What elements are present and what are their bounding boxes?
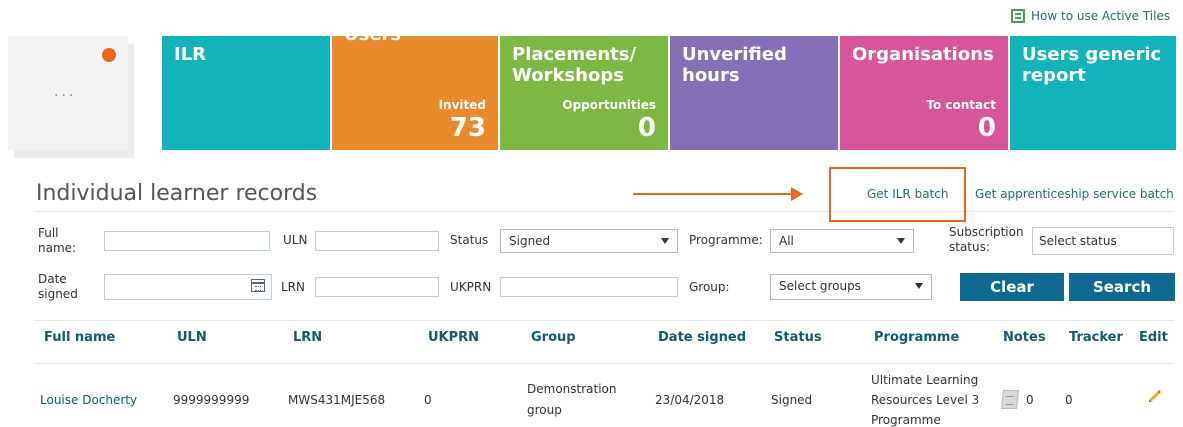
tile-title: Unverified hours — [682, 44, 787, 86]
tile-count: 0 — [977, 113, 996, 143]
cell-status: Signed — [771, 393, 813, 407]
table-top-divider — [34, 320, 1174, 321]
cell-group-line2: group — [527, 403, 562, 417]
column-header-programme[interactable]: Programme — [874, 330, 959, 345]
dropdown-caret-icon — [915, 283, 923, 289]
search-button[interactable]: Search — [1069, 273, 1175, 301]
column-header-uln[interactable]: ULN — [177, 330, 207, 345]
notification-dot — [102, 48, 116, 62]
uln-label: ULN — [283, 233, 308, 247]
programme-select-value: All — [779, 234, 794, 248]
tile-placements-workshops[interactable]: Placements/ Workshops Opportunities 0 — [500, 36, 668, 150]
table-header-divider — [34, 363, 1174, 364]
cell-notes-count: 0 — [1026, 393, 1034, 407]
cell-lrn: MWS431MJE568 — [288, 393, 386, 407]
column-header-ukprn[interactable]: UKPRN — [428, 330, 479, 345]
tile-title: Users generic report — [1022, 44, 1162, 86]
lrn-input[interactable] — [315, 277, 439, 297]
ukprn-input[interactable] — [500, 277, 678, 297]
dropdown-caret-icon — [897, 238, 905, 244]
status-label: Status — [450, 233, 489, 247]
title-divider — [34, 211, 1174, 212]
subscription-status-label: Subscription status: — [949, 225, 1024, 254]
group-label: Group: — [689, 280, 730, 294]
tile-ilr[interactable]: ILR — [162, 36, 330, 150]
how-to-use-tiles-label: How to use Active Tiles — [1031, 9, 1171, 23]
group-select-value: Select groups — [779, 279, 861, 293]
full-name-input[interactable] — [104, 231, 270, 251]
get-apprenticeship-batch-link[interactable]: Get apprenticeship service batch — [975, 187, 1174, 201]
date-signed-input[interactable] — [104, 274, 272, 300]
tile-sublabel: To contact — [926, 98, 996, 112]
column-header-edit: Edit — [1139, 330, 1168, 345]
programme-select[interactable]: All — [770, 229, 914, 253]
status-select[interactable]: Signed — [500, 229, 678, 253]
lrn-label: LRN — [281, 280, 305, 294]
column-header-status[interactable]: Status — [774, 330, 822, 345]
uln-input[interactable] — [315, 231, 439, 251]
date-signed-label: Date signed — [38, 272, 78, 301]
notes-icon[interactable] — [1001, 390, 1019, 409]
get-ilr-batch-link[interactable]: Get ILR batch — [867, 187, 948, 201]
more-dots-label: ... — [54, 84, 77, 100]
annotation-arrow-head-icon — [791, 187, 803, 201]
cell-programme-line1: Ultimate Learning — [871, 373, 979, 387]
column-header-tracker[interactable]: Tracker — [1069, 330, 1123, 345]
group-select[interactable]: Select groups — [770, 274, 932, 300]
column-header-full-name[interactable]: Full name — [44, 330, 115, 345]
tile-users[interactable]: Users Invited 73 — [332, 36, 498, 150]
column-header-lrn[interactable]: LRN — [293, 330, 322, 345]
how-to-use-tiles-link[interactable]: How to use Active Tiles — [1011, 9, 1170, 23]
tile-count: 73 — [449, 113, 486, 143]
column-header-notes[interactable]: Notes — [1003, 330, 1046, 345]
cell-date-signed: 23/04/2018 — [655, 393, 725, 407]
calendar-icon[interactable] — [251, 279, 265, 292]
tile-sublabel: Invited — [438, 98, 486, 112]
page-title: Individual learner records — [36, 181, 318, 206]
column-header-date-signed[interactable]: Date signed — [658, 330, 746, 345]
tile-title: ILR — [174, 44, 207, 65]
tile-title: Placements/ Workshops — [512, 44, 637, 86]
pencil-icon[interactable] — [1148, 389, 1162, 403]
subscription-status-select[interactable]: Select status — [1032, 227, 1174, 255]
learner-name-link[interactable]: Louise Docherty — [40, 393, 137, 407]
tile-count: 0 — [637, 113, 656, 143]
cell-ukprn: 0 — [424, 393, 432, 407]
tile-sublabel: Opportunities — [562, 98, 656, 112]
tile-organisations[interactable]: Organisations To contact 0 — [840, 36, 1008, 150]
cell-programme-line2: Resources Level 3 — [871, 393, 980, 407]
tile-users-generic-report[interactable]: Users generic report — [1010, 36, 1176, 150]
column-header-group[interactable]: Group — [531, 330, 576, 345]
cell-tracker: 0 — [1065, 393, 1073, 407]
cell-programme-line3: Programme — [871, 413, 941, 427]
programme-label: Programme: — [689, 233, 763, 247]
status-select-value: Signed — [509, 234, 551, 248]
tile-title: Organisations — [852, 44, 994, 65]
full-name-label: Full name: — [38, 226, 77, 255]
annotation-arrow-line — [633, 193, 793, 195]
tile-title: Users — [344, 36, 401, 45]
dropdown-caret-icon — [661, 238, 669, 244]
clear-button[interactable]: Clear — [960, 273, 1064, 301]
cell-uln: 9999999999 — [173, 393, 250, 407]
tile-unverified-hours[interactable]: Unverified hours — [670, 36, 838, 150]
film-icon — [1011, 9, 1025, 23]
cell-group-line1: Demonstration — [527, 382, 617, 396]
ukprn-label: UKPRN — [450, 280, 492, 294]
